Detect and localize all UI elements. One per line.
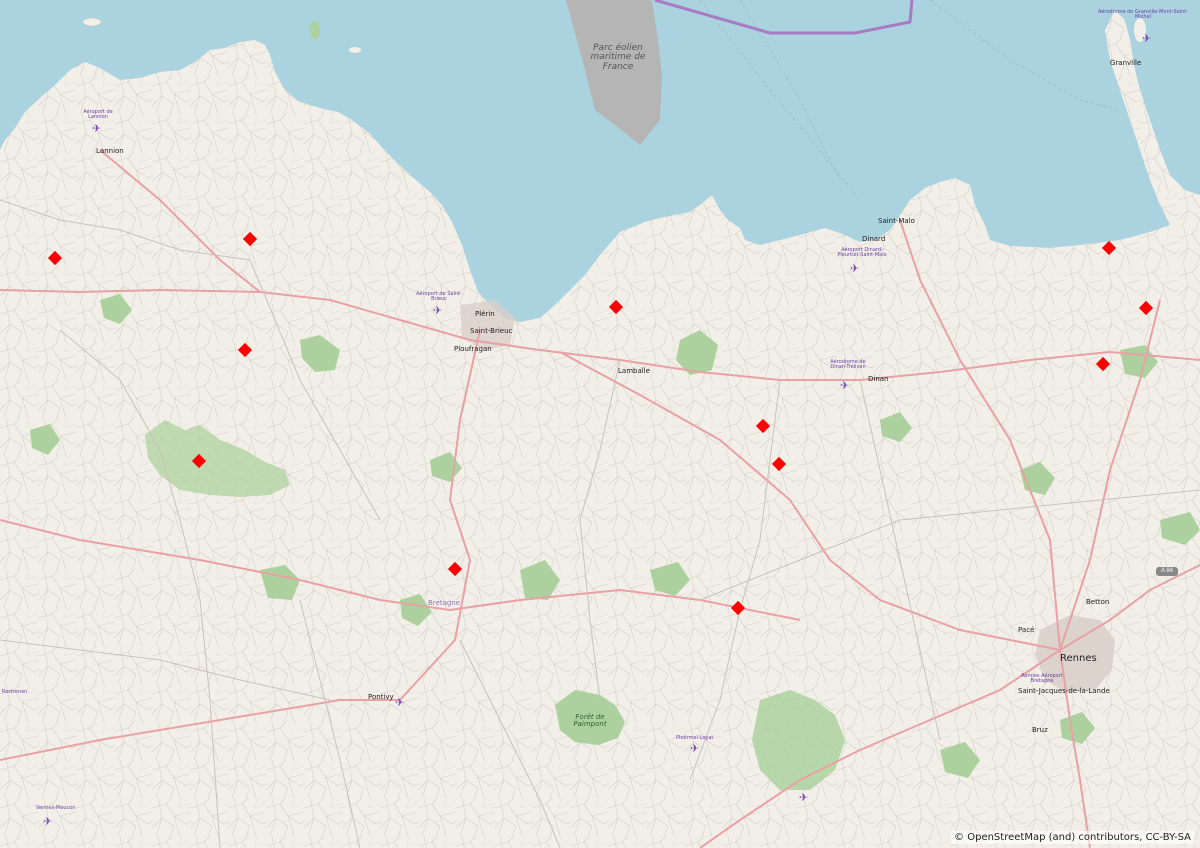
map-canvas[interactable]: Parc éolien maritime de France Saint-Mal… (0, 0, 1200, 848)
city-label-saint-jacques: Saint-Jacques-de-la-Lande (1018, 687, 1110, 695)
city-label-pace: Pacé (1018, 626, 1035, 634)
city-label-plerin: Plérin (475, 310, 495, 318)
airport-label-granville: Aérodrome de Granville-Mont-Saint-Michel (1098, 9, 1189, 20)
airplane-icon: ✈ (92, 122, 102, 135)
airport-label-dinard: Aéroport Dinard-Pleurtuit-Saint-Malo (837, 247, 887, 258)
airport-label-dinan: Aérodrome de Dinan-Trélivan (830, 359, 866, 370)
city-label-granville: Granville (1110, 59, 1142, 67)
city-label-ploufragan: Ploufragan (454, 345, 492, 353)
airplane-icon: ✈ (690, 742, 700, 755)
airplane-icon: ✈ (395, 696, 405, 709)
airplane-icon: ✈ (1142, 32, 1152, 45)
airport-label-lannion: Aéroport de Lannion (83, 109, 113, 120)
airport-label-saint-brieuc: Aéroport de Saint-Brieuc (416, 291, 462, 302)
city-label-saint-malo: Saint-Malo (878, 217, 915, 225)
forest-label-paimpont: Forêt de Paimpont (573, 713, 607, 728)
airplane-icon: ✈ (840, 379, 850, 392)
a84-route-shield: A 84 (1156, 567, 1178, 576)
city-label-rennes: Rennes (1060, 653, 1097, 664)
city-label-betton: Betton (1086, 598, 1110, 606)
city-label-pontivy: Pontivy (368, 693, 394, 701)
city-label-lamballe: Lamballe (618, 367, 650, 375)
city-label-lannion: Lannion (96, 147, 124, 155)
airplane-icon: ✈ (433, 304, 443, 317)
city-label-dinan: Dinan (868, 375, 889, 383)
city-label-bruz: Bruz (1032, 726, 1048, 734)
airport-label-rennes: Rennes Aéroport Bretagne (1021, 673, 1063, 684)
map-attribution[interactable]: © OpenStreetMap (and) contributors, CC-B… (951, 831, 1194, 844)
airplane-icon: ✈ (43, 815, 53, 828)
airport-label-vannes: Vannes-Meucon (36, 805, 76, 811)
city-label-dinard: Dinard (862, 235, 886, 243)
wind-farm-label: Parc éolien maritime de France (590, 43, 646, 72)
city-label-saint-brieuc: Saint-Brieuc (470, 327, 513, 335)
airport-label-ploermel: Ploërmel-Loyat (676, 735, 714, 741)
airplane-icon: ✈ (799, 791, 809, 804)
airplane-icon: ✈ (850, 262, 860, 275)
airport-label-rostrenen: Rostrenen (2, 689, 28, 695)
region-label-bretagne: Bretagne (428, 599, 461, 607)
